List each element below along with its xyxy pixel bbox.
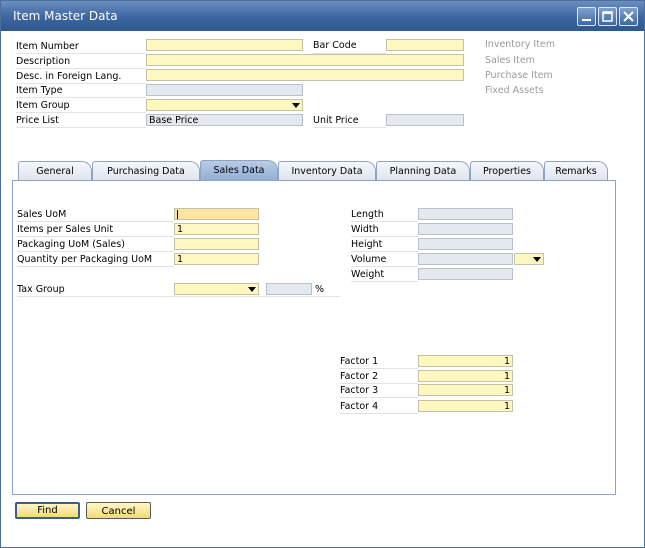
item-type-label: Item Type	[16, 85, 63, 96]
close-button[interactable]	[619, 7, 638, 26]
divider	[17, 221, 174, 222]
text-cursor	[177, 210, 178, 219]
item-group-label: Item Group	[16, 100, 70, 111]
packaging-uom-field[interactable]	[174, 238, 259, 250]
length-field[interactable]	[418, 208, 513, 220]
divider	[16, 83, 146, 84]
divider	[340, 413, 418, 414]
divider	[16, 68, 146, 69]
volume-label: Volume	[351, 254, 387, 265]
description-field[interactable]	[146, 54, 464, 66]
factor-2-field[interactable]: 1	[418, 370, 513, 382]
percent-sign: %	[315, 284, 325, 295]
divider	[17, 296, 340, 297]
factor-4-field[interactable]: 1	[418, 400, 513, 412]
maximize-button[interactable]	[598, 7, 617, 26]
height-field[interactable]	[418, 238, 513, 250]
length-label: Length	[351, 209, 384, 220]
factor-3-field[interactable]: 1	[418, 384, 513, 396]
description-label: Description	[16, 56, 71, 67]
factor-3-label: Factor 3	[340, 385, 379, 396]
divider	[16, 53, 146, 54]
dropdown-arrow-icon[interactable]	[292, 103, 300, 108]
foreign-desc-field[interactable]	[146, 69, 464, 81]
window-title: Item Master Data	[13, 9, 118, 23]
item-number-field[interactable]	[146, 39, 303, 51]
divider	[340, 368, 418, 369]
divider	[16, 97, 146, 98]
item-master-data-window: Item Master Data Item Number Bar Code De…	[0, 0, 645, 548]
tab-general[interactable]: General	[18, 161, 92, 180]
close-icon	[623, 11, 634, 22]
divider	[351, 251, 418, 252]
packaging-uom-label: Packaging UoM (Sales)	[17, 239, 125, 250]
unit-price-field[interactable]	[386, 114, 464, 126]
factor-4-label: Factor 4	[340, 401, 379, 412]
sales-data-panel: Sales UoM Items per Sales Unit 1 Packagi…	[12, 180, 616, 495]
tab-remarks[interactable]: Remarks	[544, 161, 608, 180]
tab-planning-data[interactable]: Planning Data	[376, 161, 470, 180]
dropdown-arrow-icon[interactable]	[248, 287, 256, 292]
bar-code-label: Bar Code	[313, 40, 357, 51]
divider	[17, 236, 174, 237]
form-body: Item Number Bar Code Description Desc. i…	[4, 32, 641, 544]
minimize-button[interactable]	[577, 7, 596, 26]
divider	[340, 383, 418, 384]
tax-percent-field[interactable]	[266, 283, 312, 295]
height-label: Height	[351, 239, 383, 250]
price-list-label: Price List	[16, 115, 59, 126]
fixed-assets-option[interactable]: Fixed Assets	[485, 85, 544, 96]
factor-2-label: Factor 2	[340, 371, 379, 382]
divider	[351, 266, 418, 267]
sales-uom-label: Sales UoM	[17, 209, 67, 220]
title-bar[interactable]: Item Master Data	[1, 1, 644, 31]
divider	[17, 251, 174, 252]
divider	[313, 127, 386, 128]
width-label: Width	[351, 224, 379, 235]
unit-price-label: Unit Price	[313, 115, 359, 126]
width-field[interactable]	[418, 223, 513, 235]
divider	[16, 112, 146, 113]
divider	[340, 397, 418, 398]
maximize-icon	[602, 11, 613, 22]
cancel-button[interactable]: Cancel	[86, 502, 151, 519]
factor-1-field[interactable]: 1	[418, 355, 513, 367]
sales-uom-field[interactable]	[174, 208, 259, 220]
purchase-item-option[interactable]: Purchase Item	[485, 70, 553, 81]
sales-item-option[interactable]: Sales Item	[485, 55, 535, 66]
tax-group-select[interactable]	[174, 283, 259, 295]
divider	[351, 236, 418, 237]
inventory-item-option[interactable]: Inventory Item	[485, 39, 555, 50]
tab-properties[interactable]: Properties	[470, 161, 544, 180]
minimize-icon	[582, 19, 591, 21]
tab-sales-data[interactable]: Sales Data	[200, 160, 278, 180]
item-type-field[interactable]	[146, 84, 303, 96]
dropdown-arrow-icon[interactable]	[533, 257, 541, 262]
weight-label: Weight	[351, 269, 385, 280]
tax-group-label: Tax Group	[17, 284, 65, 295]
divider	[351, 281, 418, 282]
tab-inventory-data[interactable]: Inventory Data	[278, 161, 376, 180]
factor-1-label: Factor 1	[340, 356, 379, 367]
items-per-unit-label: Items per Sales Unit	[17, 224, 114, 235]
tab-purchasing-data[interactable]: Purchasing Data	[92, 161, 200, 180]
bar-code-field[interactable]	[386, 39, 464, 51]
weight-field[interactable]	[418, 268, 513, 280]
divider	[16, 127, 146, 128]
find-button[interactable]: Find	[15, 502, 80, 519]
divider	[17, 266, 174, 267]
volume-unit-select[interactable]	[514, 253, 544, 265]
volume-field[interactable]	[418, 253, 513, 265]
item-group-select[interactable]	[146, 99, 303, 111]
foreign-desc-label: Desc. in Foreign Lang.	[16, 71, 122, 82]
item-number-label: Item Number	[16, 41, 79, 52]
items-per-unit-field[interactable]: 1	[174, 223, 259, 235]
qty-per-packaging-label: Quantity per Packaging UoM	[17, 254, 153, 265]
divider	[351, 221, 418, 222]
qty-per-packaging-field[interactable]: 1	[174, 253, 259, 265]
price-list-field[interactable]: Base Price	[146, 114, 303, 126]
